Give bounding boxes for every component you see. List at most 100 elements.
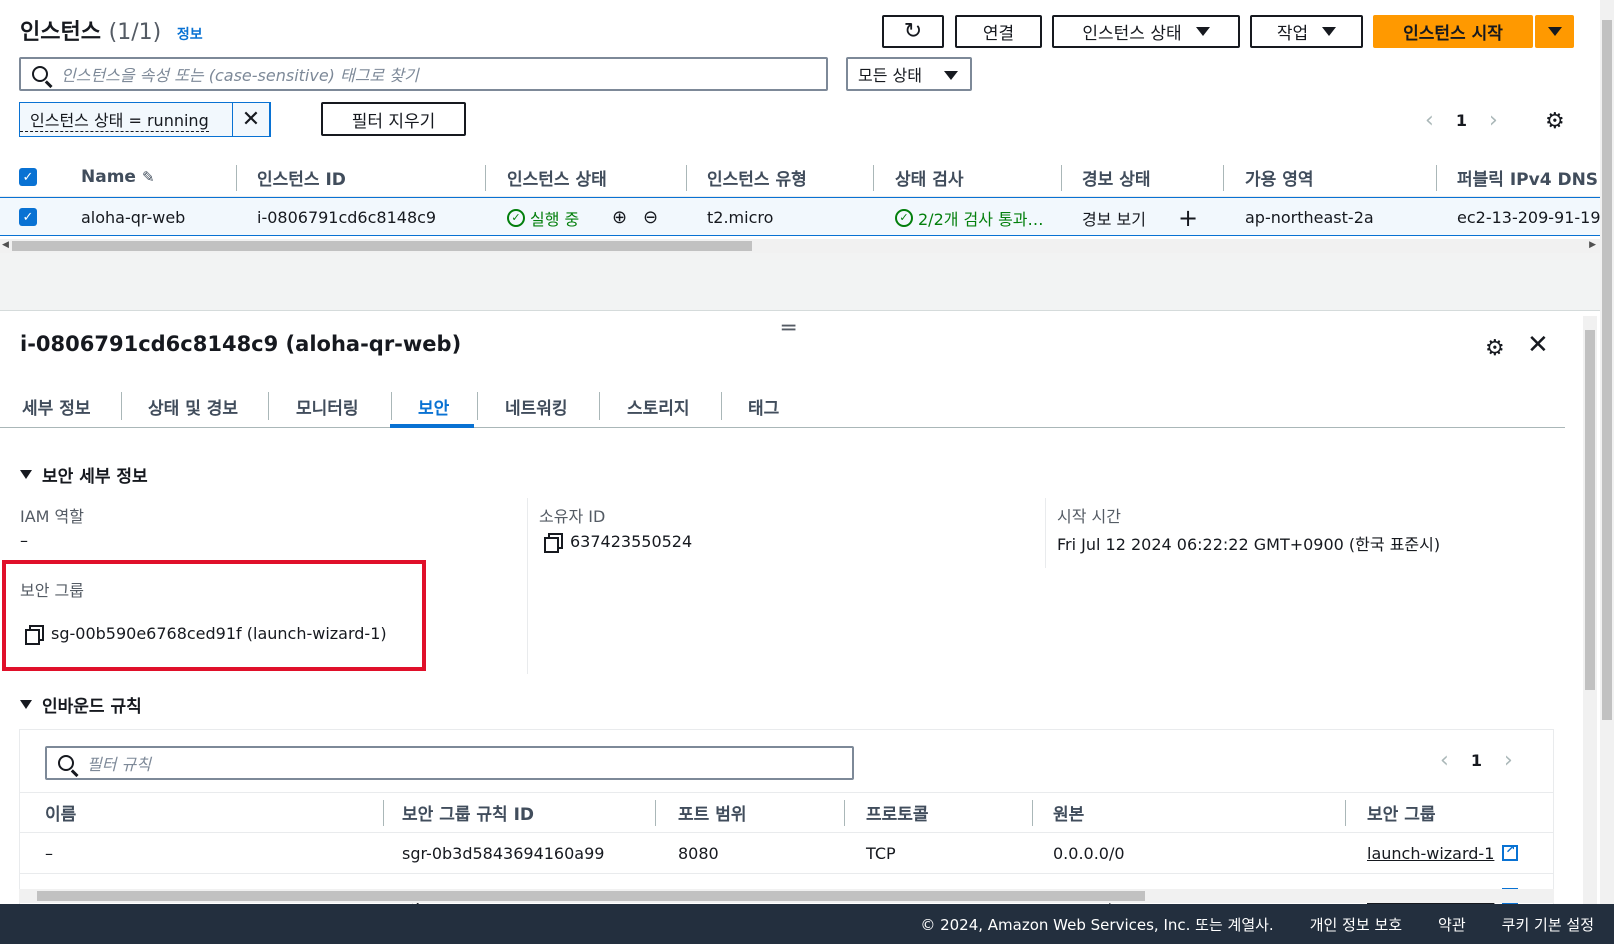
tab-details[interactable]: 세부 정보 bbox=[22, 384, 90, 428]
filter-token-label[interactable]: 인스턴스 상태 = running bbox=[20, 107, 209, 132]
row-instance-id-link[interactable]: i-0806791cd6c8148c9 bbox=[257, 198, 436, 237]
row-state-text: 실행 중 bbox=[530, 209, 580, 229]
footer-terms-link[interactable]: 약관 bbox=[1438, 914, 1466, 935]
panel-vertical-scrollbar[interactable] bbox=[1583, 316, 1597, 904]
zoom-in-icon[interactable]: ⊕ bbox=[612, 198, 627, 237]
col-public-dns[interactable]: 퍼블릭 IPv4 DNS bbox=[1457, 157, 1598, 197]
rules-col-protocol[interactable]: 프로토콜 bbox=[866, 792, 929, 832]
rule-protocol: TCP bbox=[866, 843, 896, 863]
view-alarms-link[interactable]: 경보 보기 bbox=[1082, 198, 1146, 237]
col-alarm-state-label: 경보 상태 bbox=[1082, 169, 1151, 190]
rules-filter-input[interactable]: 필터 규칙 bbox=[45, 746, 854, 780]
tab-networking[interactable]: 네트워킹 bbox=[505, 384, 568, 428]
rules-col-source[interactable]: 원본 bbox=[1053, 792, 1084, 832]
column-divider bbox=[1032, 800, 1033, 826]
scrollbar-thumb[interactable] bbox=[12, 241, 752, 251]
rules-col-port[interactable]: 포트 범위 bbox=[678, 792, 746, 832]
scroll-left-icon[interactable]: ◀ bbox=[2, 240, 9, 250]
prev-page-icon[interactable]: ‹ bbox=[1425, 108, 1434, 133]
scrollbar-thumb[interactable] bbox=[37, 891, 1145, 901]
col-availability-zone[interactable]: 가용 영역 bbox=[1245, 157, 1313, 197]
search-icon bbox=[58, 755, 74, 771]
detail-title: i-0806791cd6c8148c9 (aloha-qr-web) bbox=[20, 332, 462, 356]
row-status-check-text: 2/2개 검사 통과… bbox=[918, 209, 1044, 229]
add-alarm-plus-icon[interactable]: + bbox=[1178, 198, 1198, 237]
col-status-check[interactable]: 상태 검사 bbox=[895, 157, 963, 197]
caret-down-icon bbox=[1322, 27, 1337, 36]
tab-divider bbox=[121, 392, 122, 420]
launch-instance-button[interactable]: 인스턴스 시작 bbox=[1373, 15, 1533, 48]
instance-search-input[interactable]: 인스턴스을 속성 또는 (case-sensitive) 태그로 찾기 bbox=[19, 57, 828, 91]
tab-storage[interactable]: 스토리지 bbox=[627, 384, 690, 428]
info-link[interactable]: 정보 bbox=[177, 27, 203, 43]
col-name[interactable]: Name ✎ bbox=[81, 157, 155, 197]
close-panel-icon[interactable]: ✕ bbox=[1527, 330, 1549, 360]
connect-label: 연결 bbox=[982, 24, 1015, 44]
column-divider bbox=[686, 165, 687, 191]
table-settings-gear-icon[interactable]: ⚙ bbox=[1545, 109, 1565, 134]
rule-port: 8080 bbox=[678, 843, 719, 863]
column-divider bbox=[873, 165, 874, 191]
tab-status-alarms[interactable]: 상태 및 경보 bbox=[148, 384, 238, 428]
remove-filter-button[interactable]: ✕ bbox=[232, 102, 270, 137]
tab-monitoring[interactable]: 모니터링 bbox=[296, 384, 359, 428]
external-link-icon[interactable] bbox=[1502, 842, 1519, 861]
footer-cookies-link[interactable]: 쿠키 기본 설정 bbox=[1502, 914, 1594, 935]
select-all-checkbox[interactable]: ✓ bbox=[19, 168, 37, 186]
rules-col-name[interactable]: 이름 bbox=[45, 792, 76, 832]
edit-pencil-icon: ✎ bbox=[141, 168, 155, 186]
col-instance-state[interactable]: 인스턴스 상태 bbox=[507, 157, 607, 197]
footer: © 2024, Amazon Web Services, Inc. 또는 계열사… bbox=[0, 904, 1614, 944]
scrollbar-thumb[interactable] bbox=[1602, 20, 1612, 720]
col-availability-zone-label: 가용 영역 bbox=[1245, 169, 1314, 190]
tab-divider bbox=[599, 392, 600, 420]
inbound-rules-section[interactable]: 인바운드 규칙 bbox=[20, 692, 142, 717]
tab-divider bbox=[391, 392, 392, 420]
rule-security-group-link[interactable]: launch-wizard-1 bbox=[1367, 844, 1494, 863]
col-alarm-state[interactable]: 경보 상태 bbox=[1082, 157, 1150, 197]
table-pagination: ‹ 1 › bbox=[1425, 108, 1498, 133]
tab-tags[interactable]: 태그 bbox=[748, 384, 779, 428]
footer-copyright: © 2024, Amazon Web Services, Inc. 또는 계열사… bbox=[920, 915, 1274, 934]
column-divider bbox=[1345, 800, 1346, 826]
row-checkbox[interactable]: ✓ bbox=[19, 208, 37, 226]
current-page[interactable]: 1 bbox=[1456, 111, 1467, 130]
resize-handle-icon[interactable]: ═ bbox=[782, 316, 795, 341]
rules-col-rule-id[interactable]: 보안 그룹 규칙 ID bbox=[402, 792, 534, 832]
tab-security[interactable]: 보안 bbox=[418, 384, 449, 428]
column-divider bbox=[655, 800, 656, 826]
footer-privacy-link[interactable]: 개인 정보 보호 bbox=[1310, 914, 1402, 935]
launch-instance-dropdown[interactable] bbox=[1535, 15, 1574, 48]
next-page-icon[interactable]: › bbox=[1489, 108, 1498, 133]
panel-settings-gear-icon[interactable]: ⚙ bbox=[1485, 336, 1505, 361]
table-horizontal-scrollbar[interactable]: ◀ ▶ bbox=[0, 239, 1600, 253]
next-page-icon[interactable]: › bbox=[1504, 748, 1513, 773]
clear-filters-button[interactable]: 필터 지우기 bbox=[321, 102, 466, 136]
col-instance-type[interactable]: 인스턴스 유형 bbox=[707, 157, 807, 197]
rules-horizontal-scrollbar[interactable] bbox=[19, 889, 1554, 903]
page-vertical-scrollbar[interactable] bbox=[1600, 0, 1614, 904]
instance-state-button[interactable]: 인스턴스 상태 bbox=[1052, 15, 1240, 48]
column-divider bbox=[1436, 165, 1437, 191]
rules-current-page[interactable]: 1 bbox=[1471, 751, 1482, 770]
col-name-label: Name bbox=[81, 167, 136, 187]
refresh-button[interactable]: ↻ bbox=[882, 15, 944, 48]
row-az: ap-northeast-2a bbox=[1245, 208, 1374, 227]
rules-col-security-group[interactable]: 보안 그룹 bbox=[1367, 792, 1435, 832]
scrollbar-thumb[interactable] bbox=[1585, 330, 1595, 690]
rule-name: – bbox=[45, 843, 53, 863]
table-row[interactable]: ✓ aloha-qr-web i-0806791cd6c8148c9 ✓ 실행 … bbox=[0, 197, 1600, 236]
col-status-check-label: 상태 검사 bbox=[895, 169, 964, 190]
row-state: ✓ 실행 중 bbox=[507, 198, 579, 237]
connect-button[interactable]: 연결 bbox=[955, 15, 1042, 48]
scroll-right-icon[interactable]: ▶ bbox=[1589, 240, 1596, 250]
actions-label: 작업 bbox=[1276, 24, 1309, 44]
security-details-heading: 보안 세부 정보 bbox=[42, 467, 148, 487]
copy-icon[interactable] bbox=[544, 533, 563, 553]
zoom-out-icon[interactable]: ⊖ bbox=[643, 198, 658, 237]
security-details-section[interactable]: 보안 세부 정보 bbox=[20, 462, 148, 487]
state-filter-select[interactable]: 모든 상태 bbox=[846, 57, 972, 91]
col-instance-id[interactable]: 인스턴스 ID bbox=[257, 157, 346, 197]
prev-page-icon[interactable]: ‹ bbox=[1440, 748, 1449, 773]
actions-button[interactable]: 작업 bbox=[1250, 15, 1363, 48]
